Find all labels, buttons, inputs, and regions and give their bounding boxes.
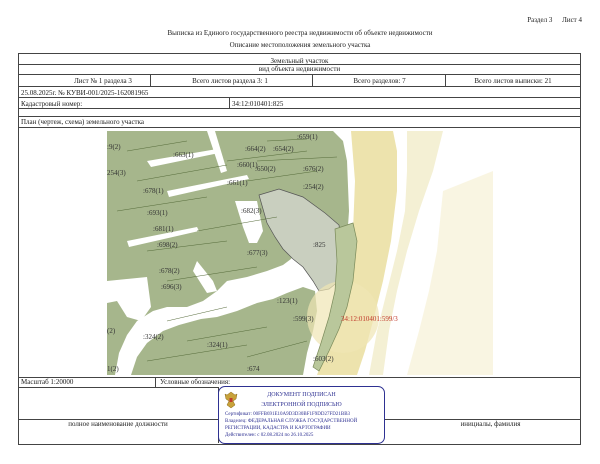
map-label: :681(1)	[153, 225, 174, 233]
map-label: :659(1)	[297, 133, 318, 141]
cadastral-label: Кадастровый номер:	[21, 100, 83, 108]
document-title: Выписка из Единого государственного реес…	[167, 29, 433, 37]
stamp-line-4: Владелец: ФЕДЕРАЛЬНАЯ СЛУЖБА ГОСУДАРСТВЕ…	[225, 419, 358, 424]
map-label: :324(2)	[143, 333, 164, 341]
stamp-line-5: РЕГИСТРАЦИИ, КАДАСТРА И КАРТОГРАФИИ	[225, 426, 331, 431]
map-label: :693(1)	[147, 209, 168, 217]
map-label: :254(2)	[303, 183, 324, 191]
stamp-line-2: ЭЛЕКТРОННОЙ ПОДПИСЬЮ	[261, 402, 342, 408]
map-label: :698(2)	[157, 241, 178, 249]
map-scale: Масштаб 1:20000	[21, 378, 74, 386]
total-sheets-extract: Всего листов выписки: 21	[474, 77, 552, 85]
map-label: :825	[313, 241, 326, 249]
position-label: полное наименование должности	[68, 420, 168, 428]
cadastral-map: :9(2) :663(1) :660(1) :664(2) :659(1) :6…	[107, 131, 493, 375]
map-label: 1(2)	[107, 365, 119, 373]
map-label: :650(2)	[255, 165, 276, 173]
stamp-line-1: ДОКУМЕНТ ПОДПИСАН	[267, 392, 336, 398]
legend-label: Условные обозначения:	[160, 378, 231, 386]
map-label: :663(1)	[173, 151, 194, 159]
map-label-highlight: 34:12:010401:599/3	[341, 315, 398, 323]
document-subtitle: Описание местоположения земельного участ…	[229, 41, 371, 49]
map-drawing: :9(2) :663(1) :660(1) :664(2) :659(1) :6…	[107, 131, 493, 375]
map-label: :661(1)	[227, 179, 248, 187]
map-label: :324(1)	[207, 341, 228, 349]
stamp-line-3: Сертификат: 00FFB691E10A9D3D30BF1F9DD27F…	[225, 412, 351, 417]
map-label: :123(1)	[277, 297, 298, 305]
stamp-line-6: Действителен: с 02.08.2024 по 26.10.2025	[225, 433, 314, 438]
map-label: :696(3)	[161, 283, 182, 291]
signature-stamp: ДОКУМЕНТ ПОДПИСАН ЭЛЕКТРОННОЙ ПОДПИСЬЮ С…	[218, 386, 385, 444]
cadastral-number: 34:12:010401:825	[232, 100, 284, 108]
map-label: :676(2)	[303, 165, 324, 173]
map-label: :599(3)	[293, 315, 314, 323]
map-label: :678(2)	[159, 267, 180, 275]
map-label: :677(3)	[247, 249, 268, 257]
map-label: :9(2)	[107, 143, 121, 151]
extract-number: 25.08.2025г. № КУВИ-001/2025-162081965	[21, 89, 149, 97]
total-sheets-section: Всего листов раздела 3: 1	[192, 77, 268, 85]
page-header-right: Раздел 3 Лист 4	[519, 16, 582, 24]
total-sections: Всего разделов: 7	[353, 77, 406, 85]
sheet-number: Лист 4	[562, 16, 582, 24]
map-label: (2)	[107, 327, 116, 335]
plan-label: План (чертеж, схема) земельного участка	[21, 118, 145, 126]
map-label: :654(2)	[273, 145, 294, 153]
object-kind: вид объекта недвижимости	[258, 65, 341, 73]
name-label: инициалы, фамилия	[460, 420, 521, 428]
map-label: :682(3)	[241, 207, 262, 215]
map-label: 254(3)	[107, 169, 126, 177]
map-label: :674	[247, 365, 260, 373]
map-label: :678(1)	[143, 187, 164, 195]
section-number: Раздел 3	[527, 16, 553, 24]
map-label: :603(2)	[313, 355, 334, 363]
map-label: :664(2)	[245, 145, 266, 153]
